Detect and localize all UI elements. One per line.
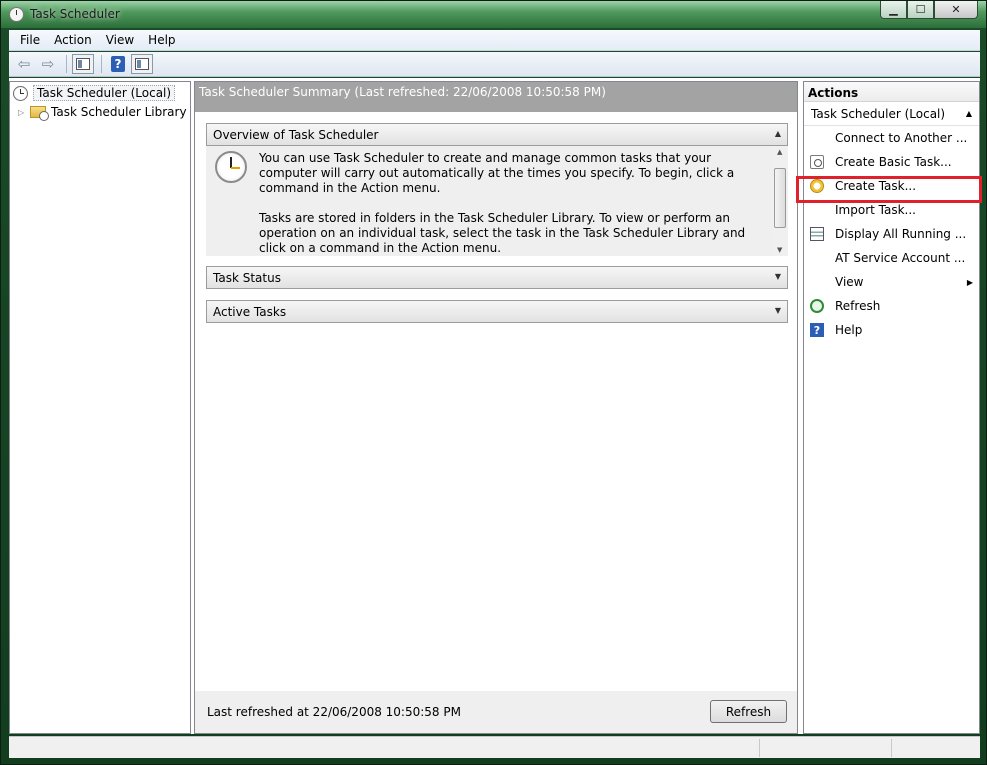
status-bar [9,736,980,758]
help-toolbar-button[interactable]: ? [107,54,129,74]
action-create-basic-task[interactable]: Create Basic Task... [804,150,979,174]
client-area: Task Scheduler (Local) ▷ Task Scheduler … [9,78,980,734]
action-label: Refresh [835,299,881,313]
close-button[interactable]: ✕ [934,1,978,19]
forward-arrow-icon: ⇨ [41,55,55,73]
status-separator [891,739,892,757]
tree-item-label: Task Scheduler (Local) [33,85,176,101]
task-scheduler-clock-icon [9,7,24,22]
action-create-task[interactable]: Create Task... [804,174,979,198]
scroll-up-icon[interactable]: ▲ [777,148,782,156]
app-window: Task Scheduler ▁ ☐ ✕ File Action View He… [0,0,987,765]
console-tree-icon [76,58,90,70]
action-label: Display All Running ... [835,227,967,241]
active-tasks-section-header[interactable]: Active Tasks ▼ [206,300,788,323]
action-connect-to-another[interactable]: Connect to Another ... [804,126,979,150]
action-help[interactable]: ? Help [804,318,979,342]
expand-arrow-icon[interactable]: ▷ [18,108,30,117]
section-title: Task Status [213,270,281,285]
section-title: Overview of Task Scheduler [213,127,379,142]
actions-title: Actions [804,82,979,102]
action-label: Connect to Another ... [835,131,968,145]
last-refreshed-text: Last refreshed at 22/06/2008 10:50:58 PM [207,705,461,719]
console-tree: Task Scheduler (Local) ▷ Task Scheduler … [9,81,191,734]
action-at-service-account[interactable]: AT Service Account ... [804,246,979,270]
action-pane-icon [135,58,149,70]
action-view[interactable]: View ▶ [804,270,979,294]
task-status-section-header[interactable]: Task Status ▼ [206,266,788,289]
action-import-task[interactable]: Import Task... [804,198,979,222]
actions-group-header[interactable]: Task Scheduler (Local) ▲ [804,102,979,126]
collapse-chevron-icon[interactable]: ▲ [775,129,781,138]
menu-bar: File Action View Help [9,30,980,51]
help-icon: ? [810,323,824,337]
menu-action[interactable]: Action [47,33,99,47]
task-icon [810,179,824,193]
minimize-button[interactable]: ▁ [880,1,907,19]
back-arrow-icon: ⇦ [17,55,31,73]
action-label: AT Service Account ... [835,251,966,265]
tree-item-task-scheduler-local[interactable]: Task Scheduler (Local) [13,84,176,102]
tree-item-task-scheduler-library[interactable]: ▷ Task Scheduler Library [18,103,187,121]
refresh-icon [810,299,824,313]
minimize-icon: ▁ [889,3,898,16]
overview-section-header[interactable]: Overview of Task Scheduler ▲ [206,123,788,146]
action-label: Create Task... [835,179,917,193]
show-hide-action-pane-button[interactable] [131,54,153,74]
window-title: Task Scheduler [30,7,120,21]
folder-clock-icon [30,106,49,121]
help-icon: ? [111,56,125,72]
expand-chevron-icon[interactable]: ▼ [775,272,781,281]
summary-pane: Task Scheduler Summary (Last refreshed: … [194,81,798,734]
action-label: Import Task... [835,203,916,217]
actions-pane: Actions Task Scheduler (Local) ▲ Connect… [803,81,980,734]
overview-scrollbar[interactable]: ▲ ▼ [773,146,788,256]
action-display-all-running[interactable]: Display All Running ... [804,222,979,246]
action-label: View [835,275,864,289]
refresh-button[interactable]: Refresh [710,700,787,723]
toolbar-separator [66,55,67,73]
forward-button[interactable]: ⇨ [37,54,59,74]
summary-header: Task Scheduler Summary (Last refreshed: … [195,82,797,112]
clock-icon [215,151,247,183]
clock-icon [13,85,28,101]
window-controls: ▁ ☐ ✕ [880,1,978,19]
maximize-button[interactable]: ☐ [907,1,934,19]
scrollbar-thumb[interactable] [774,168,786,228]
scroll-down-icon[interactable]: ▼ [777,246,782,254]
collapse-chevron-icon[interactable]: ▲ [966,109,972,118]
section-title: Active Tasks [213,304,287,319]
title-bar[interactable]: Task Scheduler ▁ ☐ ✕ [1,1,986,28]
overview-content: You can use Task Scheduler to create and… [206,146,788,256]
overview-text: You can use Task Scheduler to create and… [259,151,769,271]
overview-paragraph: You can use Task Scheduler to create and… [259,151,735,195]
action-label: Help [835,323,863,337]
show-hide-console-tree-button[interactable] [72,54,94,74]
tree-item-label: Task Scheduler Library [51,105,187,119]
actions-group-label: Task Scheduler (Local) [811,107,946,121]
close-icon: ✕ [951,3,961,16]
back-button[interactable]: ⇦ [13,54,35,74]
overview-paragraph: Tasks are stored in folders in the Task … [259,211,746,255]
clock-document-icon [810,155,824,169]
action-refresh[interactable]: Refresh [804,294,979,318]
menu-file[interactable]: File [13,33,47,47]
list-icon [810,227,824,241]
summary-footer: Last refreshed at 22/06/2008 10:50:58 PM… [195,691,797,733]
menu-help[interactable]: Help [141,33,182,47]
toolbar: ⇦ ⇨ ? [9,52,980,77]
toolbar-separator [101,55,102,73]
action-label: Create Basic Task... [835,155,952,169]
maximize-icon: ☐ [915,3,926,16]
expand-chevron-icon[interactable]: ▼ [775,306,781,315]
submenu-arrow-icon: ▶ [966,277,973,287]
status-separator [759,739,760,757]
menu-view[interactable]: View [99,33,141,47]
